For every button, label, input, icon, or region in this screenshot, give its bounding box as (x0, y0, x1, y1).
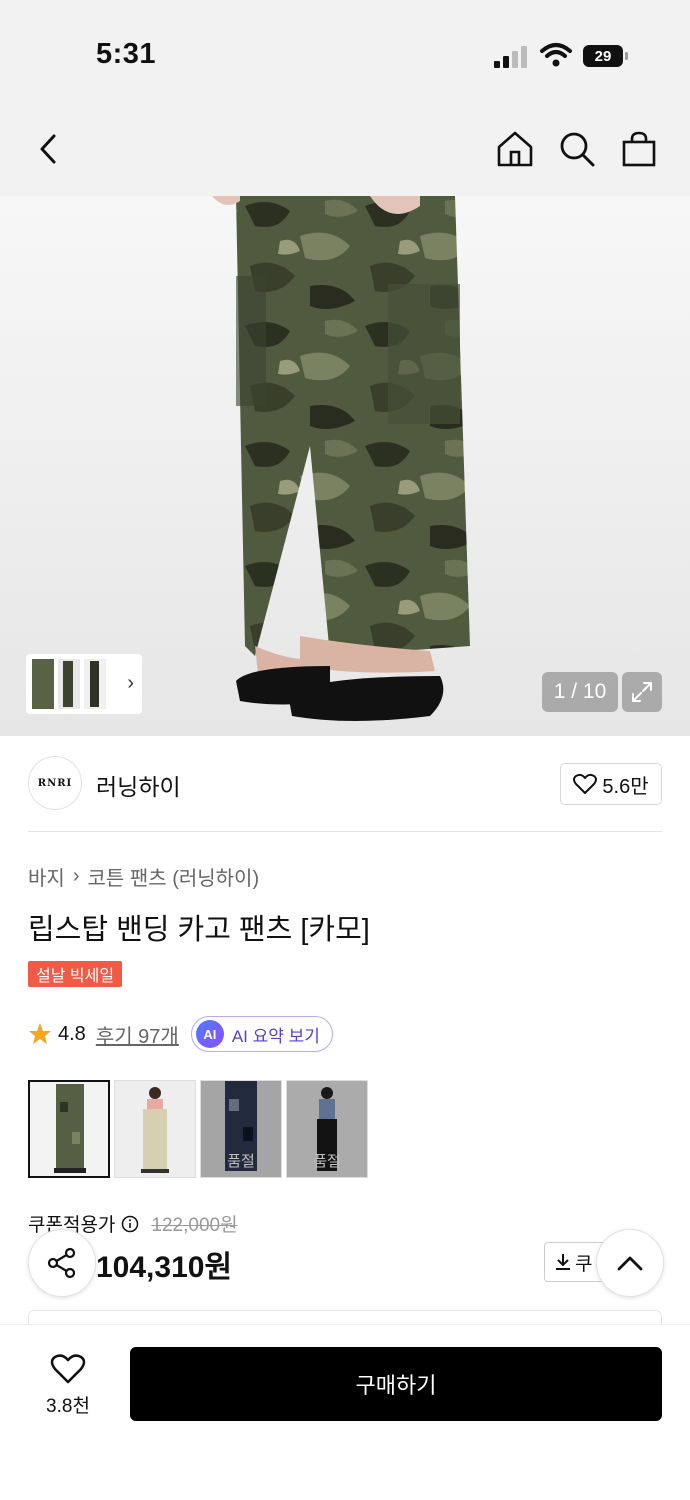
variant-image-navy-camo (201, 1081, 281, 1177)
product-title: 립스탑 밴딩 카고 팬츠 [카모] (28, 914, 370, 946)
gallery-thumbnail-strip[interactable]: › (26, 654, 142, 714)
bottom-action-bar: 3.8천 구매하기 (0, 1324, 690, 1500)
variant-image-camo (30, 1082, 108, 1176)
sale-price: 104,310원 (96, 1251, 233, 1284)
share-button[interactable] (28, 1229, 96, 1297)
thumbnail-images (32, 659, 106, 709)
status-bar: 5:31 29 (0, 0, 690, 100)
coupon-label: 쿠 (575, 1253, 593, 1275)
ai-summary-label: AI 요약 보기 (231, 1026, 320, 1046)
chevron-right-icon: › (127, 672, 134, 694)
variant-option[interactable]: 품절 (286, 1080, 368, 1178)
back-button[interactable] (28, 128, 70, 170)
info-icon[interactable] (121, 1215, 139, 1233)
wifi-icon (540, 43, 572, 67)
wishlist-count: 3.8천 (46, 1395, 90, 1417)
product-image-gallery[interactable]: › 1 / 10 (0, 196, 690, 736)
breadcrumb: 바지 › 코튼 팬츠 (러닝하이) (28, 862, 259, 891)
top-navigation (0, 100, 690, 196)
ai-icon: AI (195, 1020, 224, 1048)
expand-button[interactable] (622, 672, 662, 712)
brand-like-button[interactable]: 5.6만 (560, 763, 662, 805)
buy-button[interactable]: 구매하기 (130, 1347, 662, 1421)
ai-summary-button[interactable]: AI AI 요약 보기 (190, 1016, 333, 1052)
status-time: 5:31 (96, 38, 157, 70)
expand-icon (632, 682, 652, 702)
variant-image-black (287, 1081, 367, 1177)
heart-icon (50, 1353, 86, 1383)
search-icon (560, 132, 595, 167)
home-button[interactable] (494, 128, 536, 170)
back-icon (40, 134, 56, 164)
shopping-bag-icon (622, 131, 656, 167)
sale-badge: 설날 빅세일 (28, 961, 123, 987)
battery-icon: 29 (583, 45, 628, 67)
star-icon (29, 1023, 51, 1044)
brand-name[interactable]: 러닝하이 (96, 768, 181, 802)
breadcrumb-separator-icon: › (72, 865, 80, 887)
home-icon (497, 131, 533, 167)
soldout-label: 품절 (227, 1153, 255, 1170)
brand-like-count: 5.6만 (602, 775, 649, 798)
variant-image-beige (115, 1081, 195, 1177)
chevron-up-icon (617, 1256, 643, 1271)
wishlist-button[interactable]: 3.8천 (28, 1345, 108, 1425)
variant-option[interactable] (114, 1080, 196, 1178)
review-count-link[interactable]: 후기 97개 (96, 1020, 179, 1049)
color-variant-list: 품절 품절 (28, 1080, 368, 1178)
search-button[interactable] (556, 128, 598, 170)
variant-option[interactable]: 품절 (200, 1080, 282, 1178)
original-price: 122,000원 (151, 1215, 238, 1236)
battery-level: 29 (595, 48, 612, 65)
brand-logo[interactable]: RNRI (28, 756, 82, 810)
download-icon (556, 1254, 570, 1270)
breadcrumb-category[interactable]: 바지 (28, 862, 65, 891)
cellular-signal-icon (494, 46, 527, 68)
soldout-label: 품절 (313, 1153, 341, 1170)
breadcrumb-subcategory[interactable]: 코튼 팬츠 (러닝하이) (87, 862, 259, 891)
rating-value: 4.8 (58, 1022, 86, 1045)
share-icon (47, 1247, 76, 1279)
rating-row: 4.8 후기 97개 AI AI 요약 보기 (28, 1016, 333, 1052)
page-indicator: 1 / 10 (542, 672, 618, 712)
brand-row[interactable]: RNRI 러닝하이 5.6만 (0, 736, 690, 832)
divider (28, 831, 662, 832)
variant-option[interactable] (28, 1080, 110, 1178)
cart-button[interactable] (618, 128, 660, 170)
heart-icon (573, 773, 598, 794)
scroll-to-top-button[interactable] (596, 1229, 664, 1297)
